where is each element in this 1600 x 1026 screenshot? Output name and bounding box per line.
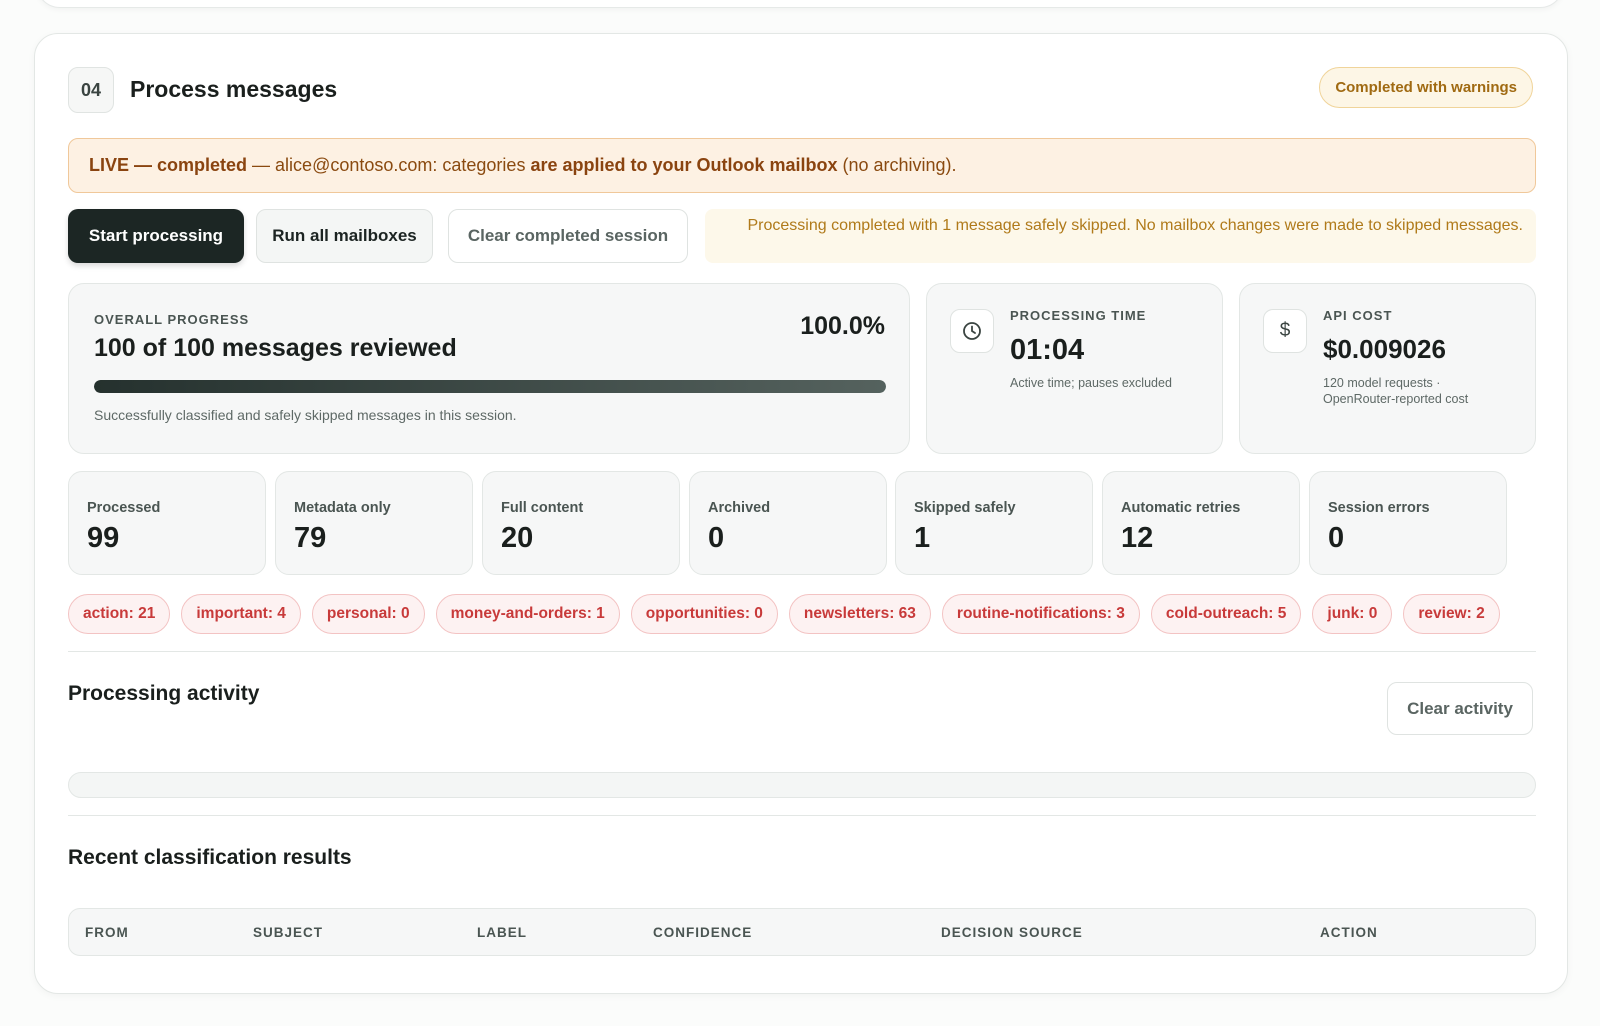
category-chip: action: 21 [68, 594, 171, 634]
progress-percent: 100.0% [800, 312, 885, 340]
stat-label: Full content [501, 500, 584, 516]
column-header-confidence: CONFIDENCE [653, 925, 753, 940]
api-cost-note: 120 model requests · OpenRouter-reported… [1323, 376, 1469, 406]
live-status-banner: LIVE — completed — alice@contoso.com: ca… [68, 138, 1536, 193]
category-chip: important: 4 [181, 594, 301, 634]
stat-skipped-safely: Skipped safely 1 [895, 471, 1093, 575]
stat-automatic-retries: Automatic retries 12 [1102, 471, 1300, 575]
stat-label: Processed [87, 500, 161, 516]
column-header-from: FROM [85, 925, 129, 940]
dollar-icon: $ [1263, 309, 1307, 353]
stat-processed: Processed 99 [68, 471, 266, 575]
column-header-subject: SUBJECT [253, 925, 324, 940]
api-cost-value: $0.009026 [1323, 334, 1446, 364]
section-divider [68, 651, 1536, 652]
progress-description: Successfully classified and safely skipp… [94, 407, 517, 423]
start-processing-button[interactable]: Start processing [68, 209, 244, 263]
api-cost-panel: $ API COST $0.009026 120 model requests … [1239, 283, 1536, 454]
clear-activity-button[interactable]: Clear activity [1387, 682, 1533, 735]
category-chip: money-and-orders: 1 [435, 594, 620, 634]
stat-value: 12 [1121, 522, 1154, 554]
category-chip: routine-notifications: 3 [941, 594, 1140, 634]
processing-time-overline: PROCESSING TIME [1010, 308, 1147, 323]
progress-bar-fill [94, 380, 886, 393]
processing-time-panel: PROCESSING TIME 01:04 Active time; pause… [926, 283, 1223, 454]
stat-label: Session errors [1328, 500, 1430, 516]
progress-title: 100 of 100 messages reviewed [94, 334, 457, 362]
progress-overline: OVERALL PROGRESS [94, 312, 250, 327]
category-chip: personal: 0 [311, 594, 425, 634]
stat-metadata-only: Metadata only 79 [275, 471, 473, 575]
category-chip: junk: 0 [1312, 594, 1393, 634]
clear-completed-session-button[interactable]: Clear completed session [448, 209, 688, 263]
stat-value: 1 [914, 522, 931, 554]
stat-value: 0 [1328, 522, 1345, 554]
processing-time-note: Active time; pauses excluded [1010, 376, 1172, 390]
previous-card-edge [36, 0, 1564, 8]
clock-icon [950, 309, 994, 353]
api-cost-overline: API COST [1323, 308, 1393, 323]
recent-results-title: Recent classification results [68, 846, 352, 869]
column-header-action: ACTION [1320, 925, 1378, 940]
step-number: 04 [68, 67, 114, 113]
stat-full-content: Full content 20 [482, 471, 680, 575]
stat-label: Automatic retries [1121, 500, 1241, 516]
completion-notice: Processing completed with 1 message safe… [705, 209, 1536, 263]
process-messages-card: 04 Process messages Completed with warni… [34, 33, 1568, 994]
activity-log [68, 772, 1536, 798]
stat-label: Metadata only [294, 500, 391, 516]
category-chip: newsletters: 63 [788, 594, 931, 634]
category-chip: opportunities: 0 [630, 594, 778, 634]
stat-label: Skipped safely [914, 500, 1016, 516]
banner-separator: — [247, 155, 276, 175]
stat-value: 99 [87, 522, 120, 554]
stat-value: 20 [501, 522, 534, 554]
run-all-mailboxes-button[interactable]: Run all mailboxes [256, 209, 433, 263]
banner-end-text: (no archiving). [837, 155, 957, 175]
results-table-header: FROM SUBJECT LABEL CONFIDENCE DECISION S… [68, 908, 1536, 956]
stat-session-errors: Session errors 0 [1309, 471, 1507, 575]
overall-progress-panel: OVERALL PROGRESS 100 of 100 messages rev… [68, 283, 910, 454]
stat-value: 0 [708, 522, 725, 554]
banner-account-text: alice@contoso.com: categories [275, 155, 531, 175]
processing-activity-title: Processing activity [68, 682, 260, 705]
stat-label: Archived [708, 500, 771, 516]
column-header-label: LABEL [477, 925, 527, 940]
section-divider [68, 815, 1536, 816]
status-badge: Completed with warnings [1319, 67, 1533, 108]
card-title: Process messages [130, 76, 338, 102]
category-chip: cold-outreach: 5 [1150, 594, 1302, 634]
column-header-decision-source: DECISION SOURCE [941, 925, 1083, 940]
category-counts: action: 21 important: 4 personal: 0 mone… [68, 594, 1500, 634]
live-status-label: LIVE — completed [89, 155, 248, 175]
stat-archived: Archived 0 [689, 471, 887, 575]
stat-value: 79 [294, 522, 327, 554]
processing-time-value: 01:04 [1010, 334, 1085, 366]
category-chip: review: 2 [1403, 594, 1500, 634]
progress-bar [94, 380, 886, 393]
banner-emphasis: are applied to your Outlook mailbox [530, 155, 838, 175]
